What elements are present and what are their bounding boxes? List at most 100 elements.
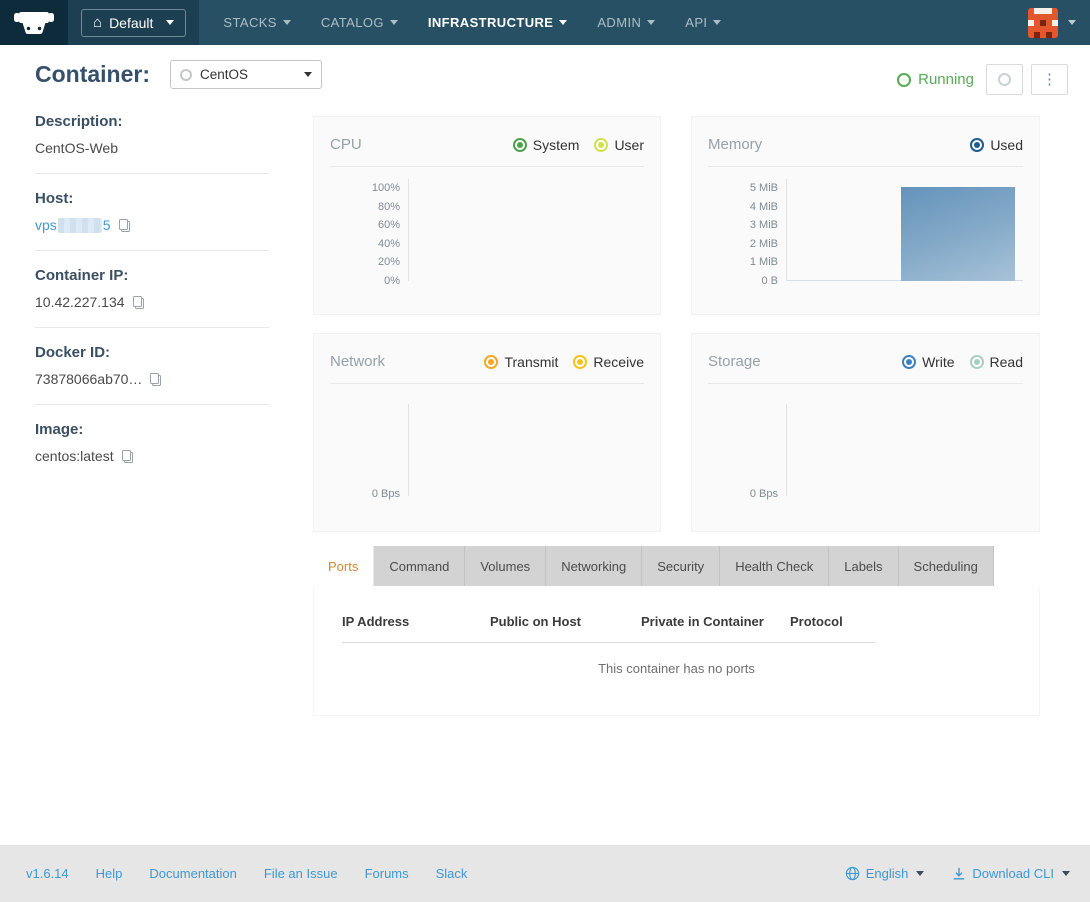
network-axis-line (408, 404, 409, 496)
system-radio-icon (513, 138, 527, 152)
used-radio-icon (970, 138, 984, 152)
tab-command[interactable]: Command (374, 546, 465, 586)
language-selector[interactable]: English (845, 866, 925, 881)
download-icon (952, 867, 966, 881)
legend-user[interactable]: User (594, 137, 644, 153)
globe-icon (845, 866, 860, 881)
network-chart-title: Network (330, 353, 385, 370)
legend-write[interactable]: Write (902, 354, 954, 370)
host-label: Host: (35, 190, 269, 207)
copy-ip-button[interactable] (132, 295, 145, 310)
container-select-value: CentOS (200, 67, 248, 82)
nav-admin-label: ADMIN (597, 15, 641, 30)
status-badge: Running (897, 71, 974, 88)
clipboard-icon (149, 372, 162, 387)
legend-write-label: Write (922, 354, 954, 370)
nav-catalog[interactable]: CATALOG (321, 15, 398, 30)
memory-chart-title: Memory (708, 136, 762, 153)
cpu-axis-line (408, 179, 409, 281)
legend-system[interactable]: System (513, 137, 580, 153)
legend-read[interactable]: Read (970, 354, 1023, 370)
read-radio-icon (970, 355, 984, 369)
receive-radio-icon (573, 355, 587, 369)
rancher-logo[interactable] (0, 0, 68, 45)
legend-receive[interactable]: Receive (573, 354, 644, 370)
copy-image-button[interactable] (121, 449, 134, 464)
tab-health-check[interactable]: Health Check (720, 546, 829, 586)
restart-icon (998, 73, 1011, 86)
clipboard-icon (118, 218, 131, 233)
docker-id-label: Docker ID: (35, 344, 269, 361)
transmit-radio-icon (484, 355, 498, 369)
download-cli-menu[interactable]: Download CLI (952, 866, 1070, 881)
copy-docker-id-button[interactable] (149, 372, 162, 387)
network-chart-card: Network Transmit Receive 0 Bps (313, 333, 661, 532)
legend-receive-label: Receive (593, 354, 644, 370)
docker-id-block: Docker ID: 73878066ab70… (35, 344, 269, 405)
memory-chart-card: Memory Used 5 MiB 4 MiB 3 MiB 2 MiB 1 Mi… (691, 116, 1040, 315)
legend-used[interactable]: Used (970, 137, 1023, 153)
tab-labels[interactable]: Labels (829, 546, 898, 586)
status-label: Running (918, 71, 974, 88)
legend-read-label: Read (990, 354, 1023, 370)
cpu-y-axis: 100% 80% 60% 40% 20% 0% (314, 179, 400, 290)
storage-axis-line (786, 404, 787, 496)
chevron-down-icon (916, 871, 924, 876)
tab-ports[interactable]: Ports (313, 546, 374, 586)
col-public-on-host: Public on Host (490, 614, 641, 629)
storage-chart: 0 Bps (692, 384, 1039, 524)
description-label: Description: (35, 113, 269, 130)
nav-infrastructure[interactable]: INFRASTRUCTURE (428, 15, 567, 30)
container-select[interactable]: CentOS (170, 60, 322, 89)
legend-system-label: System (533, 137, 580, 153)
image-value: centos:latest (35, 448, 114, 464)
home-icon: ⌂ (93, 15, 102, 30)
col-ip-address: IP Address (342, 614, 490, 629)
footer-right: English Download CLI (845, 866, 1070, 881)
host-link[interactable]: vps 5 (35, 217, 111, 233)
version-link[interactable]: v1.6.14 (26, 866, 69, 881)
forums-link[interactable]: Forums (365, 866, 409, 881)
image-label: Image: (35, 421, 269, 438)
tab-scheduling[interactable]: Scheduling (899, 546, 994, 586)
tab-security[interactable]: Security (642, 546, 720, 586)
container-state-icon (180, 69, 192, 81)
documentation-link[interactable]: Documentation (149, 866, 236, 881)
tab-networking[interactable]: Networking (546, 546, 642, 586)
nav-api[interactable]: API (685, 15, 721, 30)
legend-transmit[interactable]: Transmit (484, 354, 558, 370)
user-menu[interactable] (1028, 8, 1076, 38)
tab-volumes[interactable]: Volumes (465, 546, 546, 586)
cpu-chart-card: CPU System User 100% 80% 60% 40% 20% 0% (313, 116, 661, 315)
file-an-issue-link[interactable]: File an Issue (264, 866, 338, 881)
environment-selector[interactable]: ⌂ Default (81, 9, 186, 37)
ports-empty-message: This container has no ports (314, 661, 1039, 676)
top-navbar: ⌂ Default STACKS CATALOG INFRASTRUCTURE … (0, 0, 1090, 45)
container-details: Description: CentOS-Web Host: vps5 Conta… (35, 113, 269, 497)
storage-y-tick: 0 Bps (692, 488, 778, 500)
actions-menu-button[interactable]: ⋮ (1031, 64, 1068, 95)
copy-host-button[interactable] (118, 218, 131, 233)
memory-y-axis: 5 MiB 4 MiB 3 MiB 2 MiB 1 MiB 0 B (692, 179, 778, 290)
footer: v1.6.14 Help Documentation File an Issue… (0, 845, 1090, 902)
kebab-menu-icon: ⋮ (1042, 72, 1057, 87)
help-link[interactable]: Help (96, 866, 123, 881)
storage-chart-card: Storage Write Read 0 Bps (691, 333, 1040, 532)
host-name-prefix: vps (35, 217, 57, 233)
nav-admin[interactable]: ADMIN (597, 15, 655, 30)
container-ip-block: Container IP: 10.42.227.134 (35, 267, 269, 328)
clipboard-icon (121, 449, 134, 464)
avatar[interactable] (1028, 8, 1058, 38)
memory-chart: 5 MiB 4 MiB 3 MiB 2 MiB 1 MiB 0 B (692, 167, 1039, 307)
col-private-in-container: Private in Container (641, 614, 790, 629)
container-ip-value: 10.42.227.134 (35, 294, 125, 310)
container-ip-label: Container IP: (35, 267, 269, 284)
restart-button[interactable] (986, 64, 1023, 95)
page-header: Container: CentOS (35, 60, 322, 89)
environment-label: Default (109, 15, 153, 31)
slack-link[interactable]: Slack (436, 866, 468, 881)
nav-stacks[interactable]: STACKS (223, 15, 290, 30)
write-radio-icon (902, 355, 916, 369)
host-name-suffix: 5 (103, 217, 111, 233)
metrics-grid: CPU System User 100% 80% 60% 40% 20% 0% (313, 116, 1040, 532)
